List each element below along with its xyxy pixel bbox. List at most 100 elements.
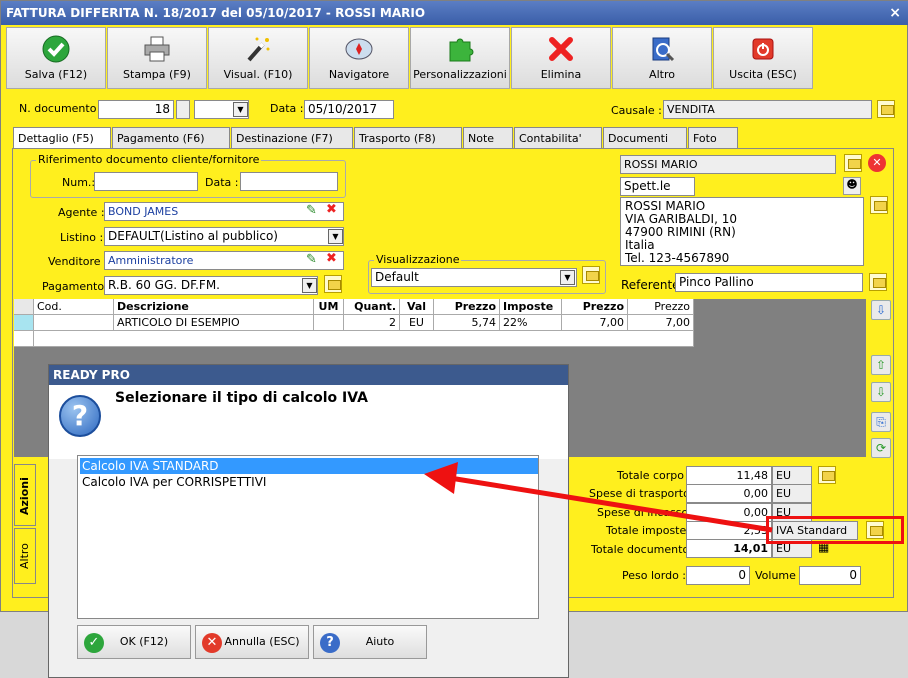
ref-num-input[interactable] xyxy=(94,172,198,191)
grid-cell[interactable]: ARTICOLO DI ESEMPIO xyxy=(114,315,314,331)
grid-empty-row[interactable] xyxy=(34,331,694,347)
move-down-icon[interactable]: ⇩ xyxy=(871,382,891,402)
spese-trasporto-label: Spese di trasporto : xyxy=(589,487,698,500)
grid-cell[interactable] xyxy=(314,315,344,331)
tab-contabilita[interactable]: Contabilita' xyxy=(514,127,602,149)
tab-trasporto[interactable]: Trasporto (F8) xyxy=(354,127,462,149)
pagamento-label: Pagamento : xyxy=(42,280,112,293)
grid-cell[interactable] xyxy=(34,315,114,331)
cancel-button[interactable]: ✕ Annulla (ESC) xyxy=(195,625,309,659)
totale-documento-label: Totale documento : xyxy=(591,543,697,556)
spese-trasporto-value: 0,00 xyxy=(686,484,772,503)
folder-icon[interactable] xyxy=(877,100,895,118)
other-button-label: Altro xyxy=(649,68,675,81)
puzzle-icon xyxy=(449,38,474,62)
date-input[interactable]: 05/10/2017 xyxy=(304,100,394,119)
save-button[interactable]: Salva (F12) xyxy=(6,27,106,89)
other-button[interactable]: Altro xyxy=(612,27,712,89)
grid-header: Prezzo xyxy=(628,299,694,315)
chevron-down-icon[interactable]: ▼ xyxy=(328,229,343,244)
chevron-down-icon[interactable]: ▼ xyxy=(233,102,248,117)
side-tab-altro[interactable]: Altro xyxy=(14,528,36,584)
help-button[interactable]: ? Aiuto xyxy=(313,625,427,659)
grid-cell[interactable]: 7,00 xyxy=(562,315,628,331)
remove-customer-icon[interactable]: ✕ xyxy=(868,154,886,172)
grid-cell[interactable]: 2 xyxy=(344,315,400,331)
grid-header: Quant. xyxy=(344,299,400,315)
window-close-button[interactable]: × xyxy=(889,1,901,25)
grid-cell[interactable]: 7,00 xyxy=(628,315,694,331)
option-iva-standard[interactable]: Calcolo IVA STANDARD xyxy=(80,458,538,474)
tab-label: Documenti xyxy=(608,132,669,145)
volume-input[interactable]: 0 xyxy=(799,566,861,585)
ok-button[interactable]: ✓ OK (F12) xyxy=(77,625,191,659)
folder-icon[interactable] xyxy=(844,154,862,172)
book-icon xyxy=(652,37,675,62)
row-indicator xyxy=(14,299,34,315)
tab-destinazione[interactable]: Destinazione (F7) xyxy=(231,127,353,149)
side-tab-azioni[interactable]: Azioni xyxy=(14,464,36,526)
salutation-input[interactable]: Spett.le xyxy=(620,177,695,196)
annotation-highlight-box xyxy=(766,516,904,544)
tab-note[interactable]: Note xyxy=(463,127,513,149)
folder-icon[interactable] xyxy=(870,196,888,214)
clear-x-icon[interactable]: ✖ xyxy=(326,251,337,266)
preview-button[interactable]: Visual. (F10) xyxy=(208,27,308,89)
side-tab-label: Azioni xyxy=(18,477,31,515)
chevron-down-icon[interactable]: ▼ xyxy=(560,270,575,285)
address-line: 47900 RIMINI (RN) xyxy=(625,225,736,239)
grid-cell[interactable]: 5,74 xyxy=(434,315,500,331)
navigator-button[interactable]: Navigatore xyxy=(309,27,409,89)
delete-button[interactable]: Elimina xyxy=(511,27,611,89)
customer-address-box[interactable]: ROSSI MARIO VIA GARIBALDI, 10 47900 RIMI… xyxy=(620,197,864,266)
copy-icon[interactable]: ⎘ xyxy=(871,412,891,432)
exit-button[interactable]: Uscita (ESC) xyxy=(713,27,813,89)
pagamento-select[interactable]: R.B. 60 GG. DF.FM. xyxy=(104,276,318,295)
visualization-select[interactable]: Default xyxy=(371,268,577,287)
grid-header: Val xyxy=(400,299,434,315)
ndoc-spin[interactable] xyxy=(176,100,190,119)
move-up-icon[interactable]: ⇧ xyxy=(871,355,891,375)
ndoc-input[interactable]: 18 xyxy=(98,100,174,119)
totale-corpo-value: 11,48 xyxy=(686,466,772,485)
iva-dialog: READY PRO ? Selezionare il tipo di calco… xyxy=(48,364,569,678)
customizations-button[interactable]: Personalizzazioni xyxy=(410,27,510,89)
pencil-icon[interactable]: ✎ xyxy=(306,203,317,218)
tab-foto[interactable]: Foto xyxy=(688,127,738,149)
causale-input[interactable]: VENDITA xyxy=(663,100,872,119)
print-button-label: Stampa (F9) xyxy=(123,68,191,81)
iva-option-list[interactable]: Calcolo IVA STANDARD Calcolo IVA per COR… xyxy=(77,455,539,619)
folder-icon[interactable] xyxy=(582,266,600,284)
person-icon[interactable]: ☻ xyxy=(843,177,861,195)
tab-label: Pagamento (F6) xyxy=(117,132,205,145)
referente-input[interactable]: Pinco Pallino xyxy=(675,273,863,292)
spese-incasso-label: Spese di incasso : xyxy=(597,506,696,519)
pencil-icon[interactable]: ✎ xyxy=(306,252,317,267)
magic-wand-icon xyxy=(247,37,270,62)
listino-select[interactable]: DEFAULT(Listino al pubblico) xyxy=(104,227,344,246)
totale-imposte-value: 2,53 xyxy=(686,521,772,540)
peso-lordo-input[interactable]: 0 xyxy=(686,566,750,585)
arrow-down-blue-icon[interactable]: ⇩ xyxy=(871,300,891,320)
visualization-group-title: Visualizzazione xyxy=(374,253,462,266)
ref-date-input[interactable] xyxy=(240,172,338,191)
tab-documenti[interactable]: Documenti xyxy=(603,127,687,149)
folder-icon[interactable] xyxy=(818,466,836,484)
power-icon xyxy=(752,38,774,60)
window-title: FATTURA DIFFERITA N. 18/2017 del 05/10/2… xyxy=(6,6,426,20)
tab-pagamento[interactable]: Pagamento (F6) xyxy=(112,127,230,149)
folder-icon[interactable] xyxy=(324,275,342,293)
grid-cell[interactable]: EU xyxy=(400,315,434,331)
clear-x-icon[interactable]: ✖ xyxy=(326,202,337,217)
option-iva-corrispettivi[interactable]: Calcolo IVA per CORRISPETTIVI xyxy=(80,474,538,490)
folder-icon[interactable] xyxy=(869,273,887,291)
customer-name-input[interactable]: ROSSI MARIO xyxy=(620,155,836,174)
grid-header: Cod. xyxy=(34,299,114,315)
refresh-icon[interactable]: ⟳ xyxy=(871,438,891,458)
print-button[interactable]: Stampa (F9) xyxy=(107,27,207,89)
chevron-down-icon[interactable]: ▼ xyxy=(302,278,317,293)
tab-label: Destinazione (F7) xyxy=(236,132,333,145)
grid-cell[interactable]: 22% xyxy=(500,315,562,331)
spese-incasso-value: 0,00 xyxy=(686,503,772,522)
customizations-button-label: Personalizzazioni xyxy=(413,68,507,81)
